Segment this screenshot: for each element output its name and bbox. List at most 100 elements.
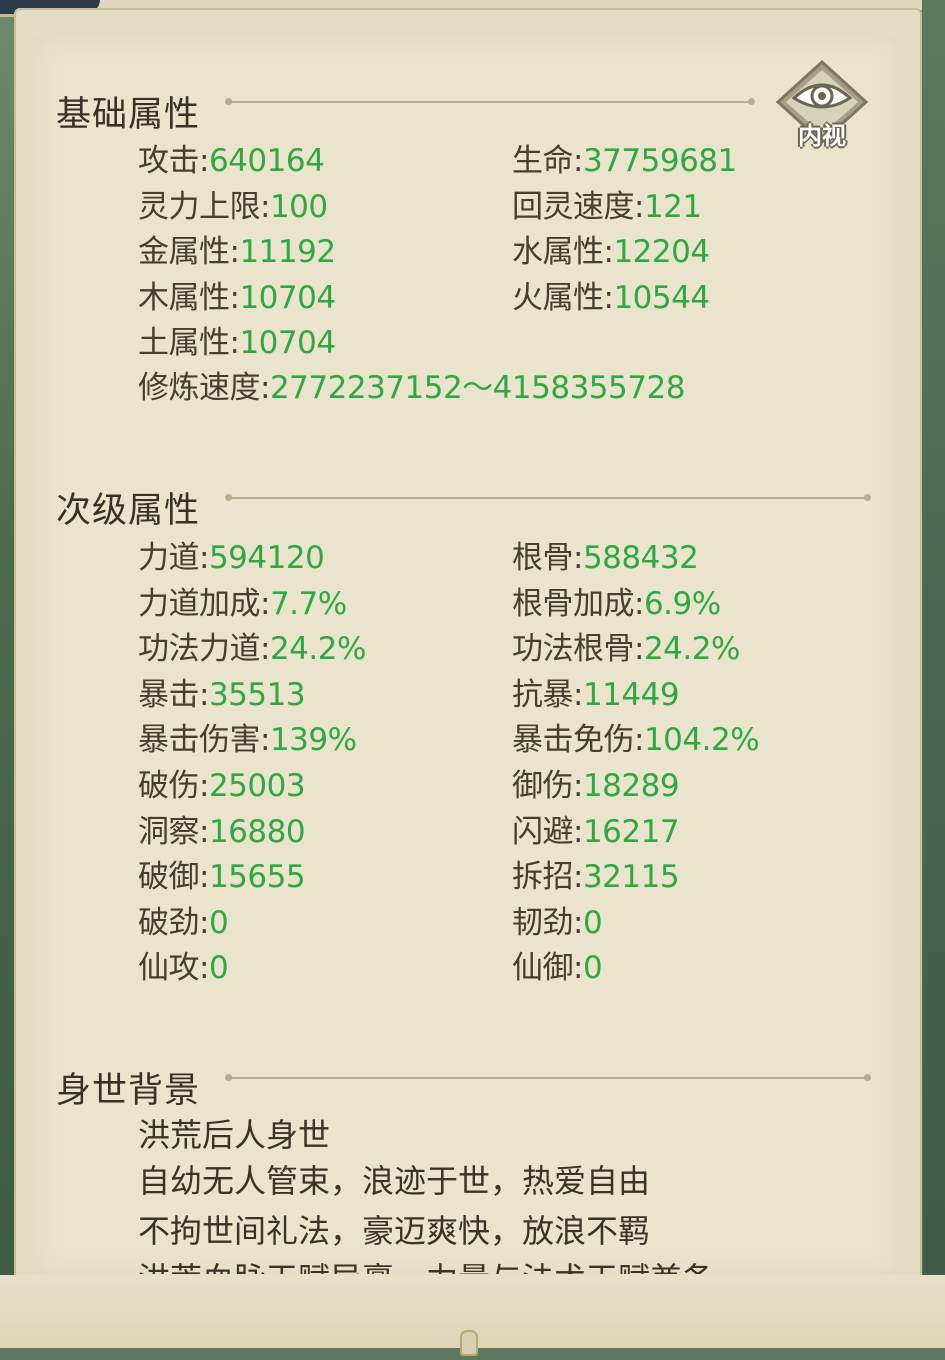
stat-label: 抗暴 [512, 676, 574, 713]
stat-value: 24.2% [643, 631, 740, 668]
stat-label: 破劲 [138, 904, 200, 941]
frame-left [0, 0, 14, 1360]
stat-value: 12204 [613, 234, 710, 270]
stat-row: 根骨:588432 [512, 540, 699, 576]
stat-label: 暴击 [138, 676, 200, 713]
stat-label: 修炼速度 [138, 370, 261, 406]
stat-value: 32115 [582, 859, 680, 896]
stat-value: 15655 [208, 859, 306, 896]
stat-row: 生命:37759681 [512, 143, 737, 179]
stat-row: 暴击:35513 [138, 676, 306, 713]
stat-row: 破伤:25003 [138, 768, 306, 804]
stat-value: 18289 [582, 768, 680, 804]
stat-label: 破伤 [138, 768, 200, 804]
stat-row: 功法根骨:24.2% [512, 631, 740, 668]
stat-label: 暴击免伤 [512, 722, 635, 759]
stat-row: 破御:15655 [138, 859, 306, 896]
stat-value: 10544 [613, 279, 710, 316]
stat-row: 仙攻:0 [138, 950, 229, 987]
stat-label: 木属性 [138, 279, 230, 316]
stat-row: 金属性:11192 [138, 234, 336, 270]
stat-label: 力道加成 [138, 585, 261, 622]
stat-label: 回灵速度 [512, 188, 635, 225]
stat-row: 灵力上限:100 [138, 188, 328, 225]
background-line-clipped: 洪荒血脉天赋异禀，力量与法术天赋兼备 [138, 1256, 838, 1274]
stat-value: 7.7% [269, 585, 347, 622]
stat-label: 仙御 [512, 950, 574, 987]
inner-view-button[interactable]: 内视 [774, 58, 870, 154]
stat-value: 37759681 [582, 143, 737, 179]
basic-divider [225, 98, 755, 105]
stat-label: 灵力上限 [138, 188, 261, 225]
background-line: 不拘世间礼法，豪迈爽快，放浪不羁 [138, 1212, 651, 1250]
stat-label: 拆招 [512, 859, 574, 896]
stat-value: 24.2% [269, 631, 366, 668]
stat-value: 640164 [208, 143, 325, 179]
stat-row: 抗暴:11449 [512, 676, 680, 713]
stat-value: 0 [208, 904, 229, 941]
stat-label: 暴击伤害 [138, 722, 261, 759]
stat-row: 力道加成:7.7% [138, 585, 347, 622]
basic-attributes-title: 基础属性 [56, 95, 201, 135]
stat-value: 100 [269, 188, 328, 225]
stat-value: 11192 [239, 234, 336, 270]
background-divider [225, 1074, 871, 1081]
stat-row: 闪避:16217 [512, 813, 680, 850]
stat-label: 火属性 [512, 279, 604, 316]
stat-value: 0 [208, 950, 229, 987]
stat-row: 暴击免伤:104.2% [512, 722, 760, 759]
stat-row: 攻击:640164 [138, 143, 325, 179]
stat-value: 121 [643, 188, 702, 225]
stat-row: 土属性:10704 [138, 325, 336, 361]
secondary-divider [225, 494, 871, 501]
stat-row: 御伤:18289 [512, 768, 680, 804]
stat-label: 闪避 [512, 813, 574, 850]
stat-value: 2772237152～4158355728 [269, 370, 685, 406]
background-title: 身世背景 [56, 1071, 201, 1111]
stat-label: 水属性 [512, 234, 604, 270]
stat-value: 594120 [208, 540, 325, 576]
stat-value: 25003 [208, 768, 306, 804]
secondary-attributes-title: 次级属性 [56, 491, 201, 531]
stat-value: 6.9% [643, 585, 721, 622]
stat-value: 588432 [582, 540, 699, 576]
stat-row: 水属性:12204 [512, 234, 710, 270]
stat-value: 16217 [582, 813, 680, 850]
stat-label: 力道 [138, 540, 200, 576]
stat-label: 功法力道 [138, 631, 261, 668]
stat-row: 回灵速度:121 [512, 188, 702, 225]
stat-value: 11449 [582, 676, 680, 713]
stat-row: 仙御:0 [512, 950, 603, 987]
stat-value: 10704 [239, 279, 336, 316]
inner-view-label: 内视 [798, 122, 846, 150]
scroll-clasp-icon [460, 1330, 478, 1356]
stat-label: 土属性 [138, 325, 230, 361]
stat-value: 104.2% [643, 722, 760, 759]
stat-label: 根骨加成 [512, 585, 635, 622]
stat-row: 火属性:10544 [512, 279, 710, 316]
stat-label: 功法根骨 [512, 631, 635, 668]
stat-label: 金属性 [138, 234, 230, 270]
stat-label: 仙攻 [138, 950, 200, 987]
stat-row: 力道:594120 [138, 540, 325, 576]
frame-right [923, 0, 945, 1360]
stat-row: 功法力道:24.2% [138, 631, 366, 668]
stat-row: 拆招:32115 [512, 859, 680, 896]
stat-row: 暴击伤害:139% [138, 722, 357, 759]
stat-value: 35513 [208, 676, 306, 713]
stat-row: 木属性:10704 [138, 279, 336, 316]
stat-label: 韧劲 [512, 904, 574, 941]
stat-value: 139% [269, 722, 357, 759]
background-line: 洪荒后人身世 [138, 1116, 331, 1154]
stat-value: 0 [582, 904, 603, 941]
background-line: 自幼无人管束，浪迹于世，热爱自由 [138, 1162, 651, 1200]
stat-label: 破御 [138, 859, 200, 896]
stat-label: 根骨 [512, 540, 574, 576]
stat-label: 生命 [512, 143, 574, 179]
stat-cultivation-speed: 修炼速度:2772237152～4158355728 [138, 370, 685, 406]
stat-row: 根骨加成:6.9% [512, 585, 721, 622]
stat-label: 御伤 [512, 768, 574, 804]
stat-value: 0 [582, 950, 603, 987]
stat-value: 16880 [208, 813, 306, 850]
stat-row: 洞察:16880 [138, 813, 306, 850]
